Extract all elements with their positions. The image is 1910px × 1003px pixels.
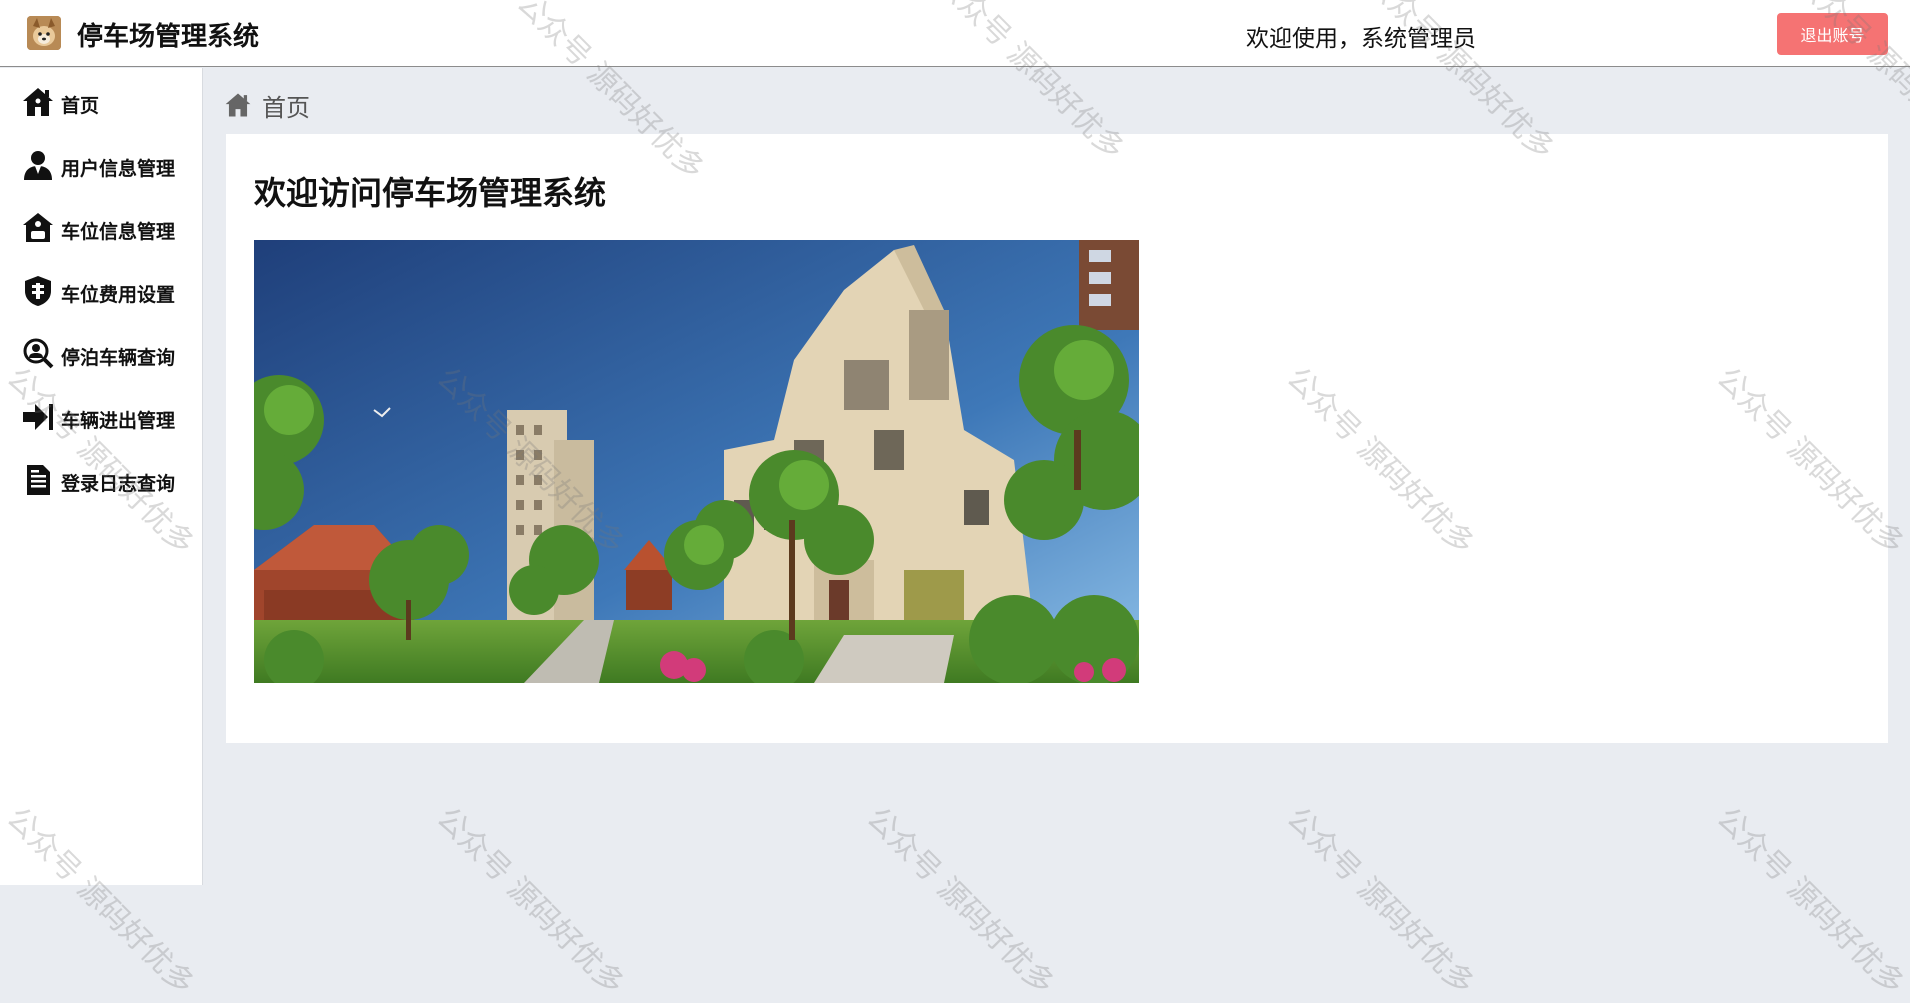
logout-button[interactable]: 退出账号 <box>1777 13 1888 55</box>
sidebar-item-label: 停泊车辆查询 <box>61 347 176 369</box>
search-user-icon <box>21 337 55 371</box>
avatar-dog-icon <box>27 16 61 50</box>
sidebar-item-fees[interactable]: 车位费用设置 <box>0 267 203 315</box>
home-icon <box>224 90 254 120</box>
sidebar: 首页 用户信息管理 车位信息管理 车位费用设置 停泊车辆查询 车辆进出管理 登录… <box>0 68 203 885</box>
user-icon <box>21 148 55 182</box>
sidebar-item-label: 登录日志查询 <box>61 473 176 495</box>
garage-icon <box>21 211 55 245</box>
sidebar-item-label: 车位费用设置 <box>61 284 176 306</box>
hero-image <box>254 240 1139 683</box>
enter-arrow-icon <box>21 400 55 434</box>
page-title: 欢迎访问停车场管理系统 <box>254 174 607 212</box>
sidebar-item-label: 车辆进出管理 <box>61 410 176 432</box>
breadcrumb-label[interactable]: 首页 <box>262 88 310 123</box>
sidebar-item-spaces[interactable]: 车位信息管理 <box>0 204 203 252</box>
main-content: 首页 欢迎访问停车场管理系统 <box>204 68 1910 885</box>
welcome-card: 欢迎访问停车场管理系统 <box>226 134 1888 743</box>
home-icon <box>21 85 55 119</box>
sidebar-item-logs[interactable]: 登录日志查询 <box>0 456 203 504</box>
sidebar-item-label: 首页 <box>61 95 100 117</box>
welcome-text: 欢迎使用，系统管理员 <box>1246 26 1476 52</box>
fee-shield-icon <box>21 274 55 308</box>
breadcrumb: 首页 <box>224 88 310 123</box>
document-icon <box>21 463 55 497</box>
sidebar-item-users[interactable]: 用户信息管理 <box>0 141 203 189</box>
sidebar-item-home[interactable]: 首页 <box>0 78 203 126</box>
sidebar-item-parked[interactable]: 停泊车辆查询 <box>0 330 203 378</box>
sidebar-item-label: 车位信息管理 <box>61 221 176 243</box>
sidebar-item-inout[interactable]: 车辆进出管理 <box>0 393 203 441</box>
top-header: 停车场管理系统 欢迎使用，系统管理员 退出账号 <box>0 0 1910 67</box>
sidebar-item-label: 用户信息管理 <box>61 158 176 180</box>
app-title: 停车场管理系统 <box>77 22 260 52</box>
